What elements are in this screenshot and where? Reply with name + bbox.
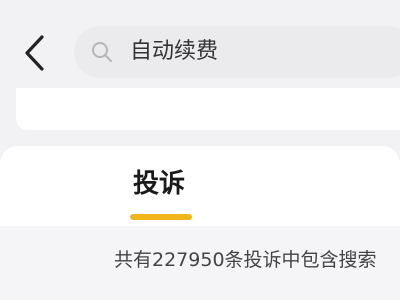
tab-complaints[interactable]: 投诉 bbox=[130, 164, 200, 226]
top-bar: 自动续费 bbox=[0, 0, 400, 100]
search-query: 自动续费 bbox=[130, 39, 219, 64]
search-input[interactable]: 自动续费 bbox=[74, 26, 400, 78]
results-area: 共有227950条投诉中包含搜索 bbox=[0, 226, 400, 300]
content-card bbox=[16, 88, 400, 130]
back-button[interactable] bbox=[14, 30, 54, 76]
tab-bar: 投诉 bbox=[0, 146, 400, 226]
results-summary: 共有227950条投诉中包含搜索 bbox=[114, 249, 377, 271]
active-tab-indicator bbox=[130, 214, 192, 220]
chevron-left-icon bbox=[25, 35, 44, 71]
search-icon bbox=[92, 42, 112, 62]
tab-label: 投诉 bbox=[133, 169, 186, 199]
